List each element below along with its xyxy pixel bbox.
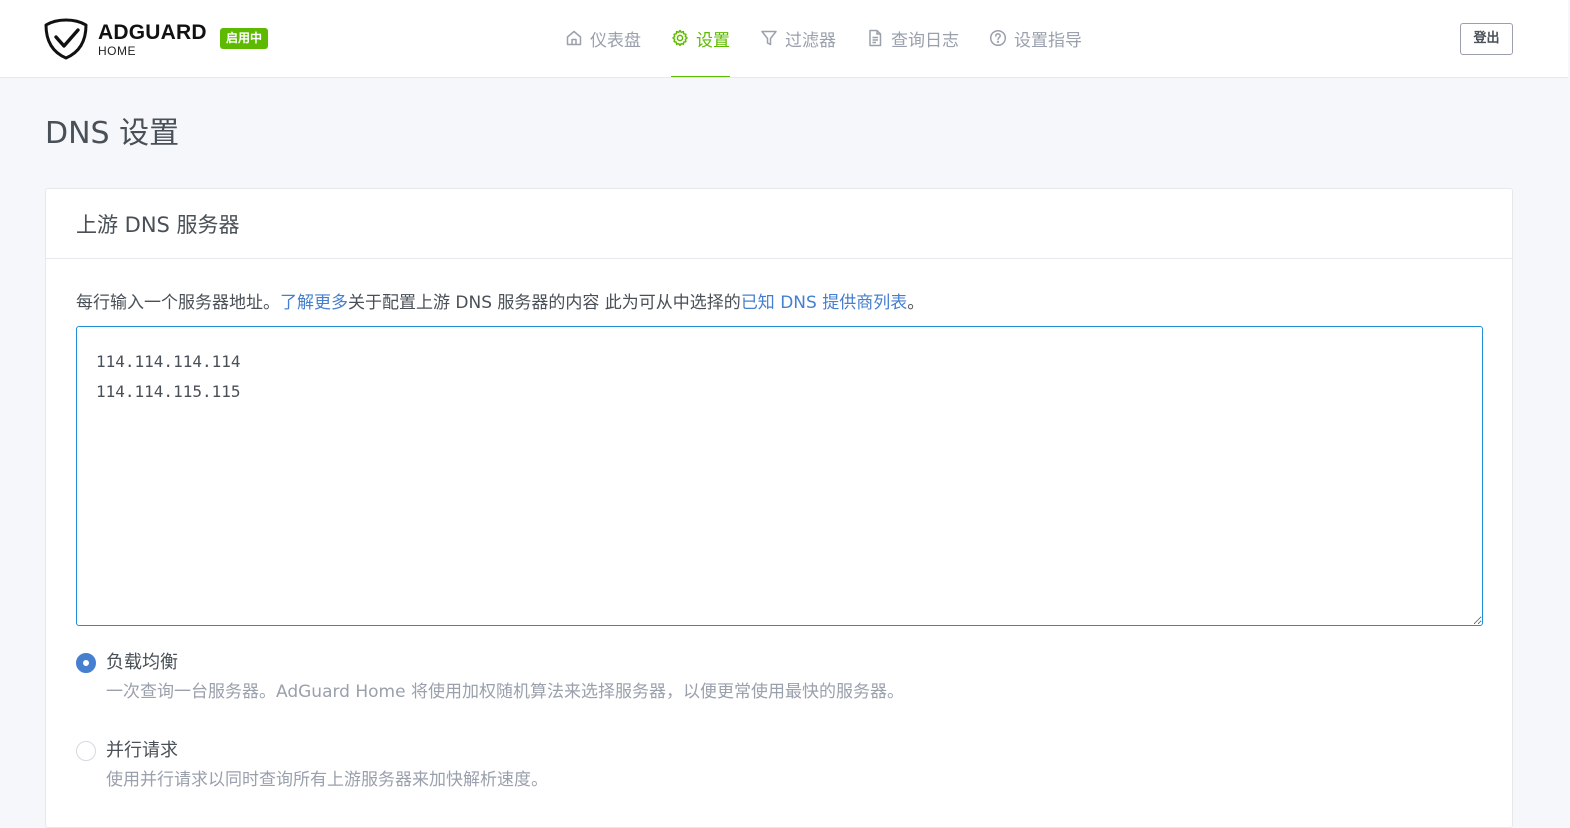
filter-icon [760, 29, 778, 47]
help-prefix: 每行输入一个服务器地址。 [76, 293, 280, 313]
nav-item-setup-guide[interactable]: 设置指导 [989, 0, 1082, 77]
nav-label-dashboard: 仪表盘 [590, 30, 641, 51]
parallel-requests-description: 使用并行请求以同时查询所有上游服务器来加快解析速度。 [106, 770, 548, 790]
learn-more-link[interactable]: 了解更多 [280, 293, 348, 313]
main-nav: 仪表盘 设置 过滤器 查询日志 设置指导 [565, 0, 1112, 77]
load-balancing-radio[interactable] [76, 653, 96, 673]
upstream-dns-card: 上游 DNS 服务器 每行输入一个服务器地址。了解更多关于配置上游 DNS 服务… [45, 188, 1513, 828]
status-badge: 启用中 [220, 28, 269, 49]
load-balancing-description: 一次查询一台服务器。AdGuard Home 将使用加权随机算法来选择服务器，以… [106, 682, 904, 702]
help-suffix: 。 [907, 293, 925, 313]
load-balancing-label[interactable]: 负载均衡 [106, 651, 178, 675]
logout-button[interactable]: 登出 [1460, 23, 1513, 55]
card-header: 上游 DNS 服务器 [46, 189, 1512, 259]
brand-subtitle: HOME [98, 44, 136, 58]
gear-icon [671, 29, 689, 47]
upstream-servers-textarea[interactable]: 114.114.114.114 114.114.115.115 [76, 326, 1483, 626]
help-circle-icon [989, 29, 1007, 47]
nav-item-settings[interactable]: 设置 [671, 0, 730, 77]
home-icon [565, 29, 583, 47]
top-header: ADGUARD HOME 启用中 仪表盘 设置 过滤器 查询日志 设置指导 登出 [0, 0, 1568, 78]
nav-item-filters[interactable]: 过滤器 [760, 0, 836, 77]
nav-label-query-log: 查询日志 [891, 30, 959, 51]
nav-item-dashboard[interactable]: 仪表盘 [565, 0, 641, 77]
dns-providers-link[interactable]: 已知 DNS 提供商列表 [741, 293, 907, 313]
nav-label-filters: 过滤器 [785, 30, 836, 51]
parallel-requests-radio[interactable] [76, 741, 96, 761]
help-middle: 关于配置上游 DNS 服务器的内容 此为可从中选择的 [348, 293, 741, 313]
document-icon [866, 29, 884, 47]
nav-label-setup-guide: 设置指导 [1014, 30, 1082, 51]
page-title: DNS 设置 [45, 116, 180, 151]
nav-item-query-log[interactable]: 查询日志 [866, 0, 959, 77]
brand-name: ADGUARD [98, 21, 207, 44]
upstream-help-text: 每行输入一个服务器地址。了解更多关于配置上游 DNS 服务器的内容 此为可从中选… [76, 291, 924, 315]
nav-label-settings: 设置 [696, 30, 730, 51]
parallel-requests-label[interactable]: 并行请求 [106, 739, 178, 763]
card-title: 上游 DNS 服务器 [76, 212, 240, 237]
shield-check-icon[interactable] [44, 18, 88, 60]
